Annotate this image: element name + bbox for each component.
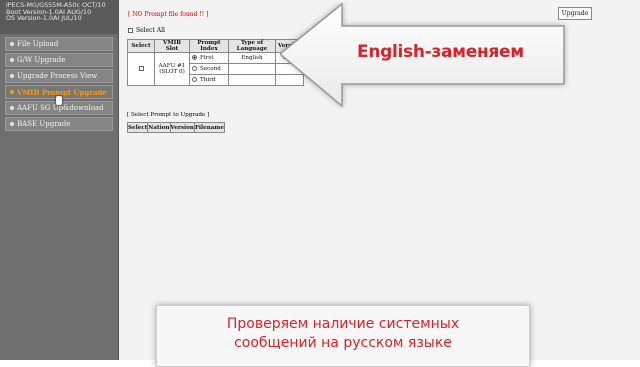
select-all-label: Select All	[136, 27, 165, 34]
table-header-row: Select Nation Version Filename	[126, 122, 225, 133]
prompt-table: Select VMIB Slot Prompt Index Type of La…	[127, 39, 305, 86]
prompt-index-label: Second	[200, 66, 221, 72]
caption-line1: Проверяем наличие системных	[226, 316, 460, 332]
prompt-index-radio[interactable]	[192, 77, 197, 82]
col-header-nation: Nation	[147, 122, 171, 133]
col-header-language: Type of Language	[228, 39, 276, 53]
caption-line2: сообщений на русском языке	[234, 335, 452, 351]
language-cell	[228, 63, 276, 75]
row-select-cell	[127, 52, 155, 86]
caption-box: Проверяем наличие системных сообщений на…	[156, 305, 530, 367]
page-frame: iPECS-MG/GS55M-A50c OCT/10 Boot Version-…	[0, 0, 640, 367]
vmib-slot-cell: AAFU #1 (SLOT 0)	[154, 52, 190, 86]
menu-item-label: G/W Upgrade	[17, 56, 66, 64]
sidebar-menu: File Upload G/W Upgrade Upgrade Process …	[5, 37, 113, 133]
select-all-row: Select All	[128, 27, 165, 34]
col-header-filename: Filename	[193, 122, 225, 133]
menu-item-label: AAFU SG Up&download	[17, 104, 104, 112]
mouse-cursor-icon	[56, 96, 62, 105]
col-header-version: Version	[169, 122, 195, 133]
prompt-index-cell: Second	[189, 63, 229, 75]
col-header-prompt-index: Prompt Index	[189, 39, 229, 53]
menu-item-upgrade-process-view[interactable]: Upgrade Process View	[5, 69, 113, 83]
arrow-callout-text: English-заменяем	[357, 42, 524, 62]
bullet-icon	[10, 122, 14, 126]
prompt-index-label: First	[200, 55, 214, 61]
table-header-row: Select VMIB Slot Prompt Index Type of La…	[127, 39, 305, 53]
menu-item-label: Upgrade Process View	[17, 72, 98, 80]
menu-item-gw-upgrade[interactable]: G/W Upgrade	[5, 53, 113, 67]
table-row: AAFU #1 (SLOT 0) First English 12Ab	[127, 52, 305, 86]
language-cell	[228, 74, 276, 86]
prompt-index-radio[interactable]	[192, 66, 197, 71]
language-cell: English	[228, 52, 276, 64]
prompt-index-cell: Third	[189, 74, 229, 86]
prompt-index-radio[interactable]	[192, 55, 197, 60]
select-prompt-heading: [ Select Prompt to Upgrade ]	[127, 112, 210, 118]
upgrade-prompt-table: Select Nation Version Filename	[126, 122, 225, 133]
bullet-icon	[10, 58, 14, 62]
sidebar: iPECS-MG/GS55M-A50c OCT/10 Boot Version-…	[0, 0, 119, 360]
menu-item-base-upgrade[interactable]: BASE Upgrade	[5, 117, 113, 131]
col-header-select: Select	[126, 122, 149, 133]
prompt-index-cell: First	[189, 52, 229, 64]
select-all-checkbox[interactable]	[128, 28, 133, 33]
menu-item-label: File Upload	[17, 40, 59, 48]
bullet-icon	[10, 42, 14, 46]
bullet-icon	[10, 74, 14, 78]
menu-item-label: VMIB Prompt Upgrade	[17, 87, 107, 97]
menu-item-label: BASE Upgrade	[17, 120, 71, 128]
col-header-select: Select	[127, 39, 155, 53]
bullet-icon	[10, 106, 14, 110]
menu-item-file-upload[interactable]: File Upload	[5, 37, 113, 51]
error-message: [ NO Prompt file found !! ]	[128, 11, 209, 18]
prompt-index-label: Third	[200, 77, 216, 83]
col-header-vmib-slot: VMIB Slot	[154, 39, 190, 53]
row-checkbox[interactable]	[138, 65, 144, 71]
system-info: iPECS-MG/GS55M-A50c OCT/10 Boot Version-…	[0, 0, 118, 34]
system-info-line3: OS Version-1.0Al JUL/10	[6, 14, 82, 23]
bullet-icon	[10, 90, 14, 94]
